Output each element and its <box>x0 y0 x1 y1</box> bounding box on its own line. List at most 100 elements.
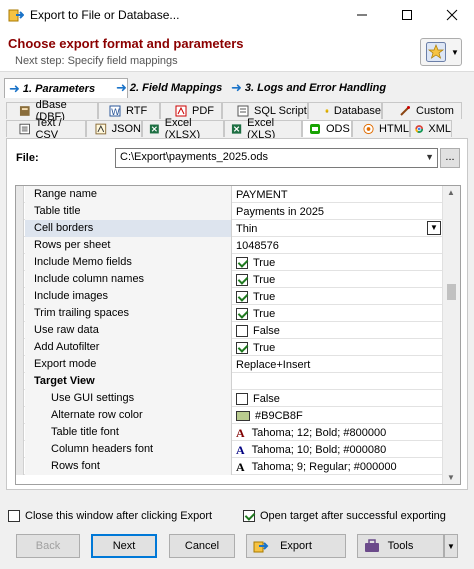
chrome-icon <box>415 125 424 133</box>
property-value[interactable]: PAYMENT <box>233 186 442 203</box>
next-button[interactable]: Next <box>91 534 157 558</box>
property-value[interactable]: A Tahoma; 12; Bold; #800000 <box>233 424 442 441</box>
minimize-button[interactable] <box>339 0 384 30</box>
property-name: Column headers font <box>25 441 232 458</box>
json-icon <box>95 123 107 135</box>
tab-label: SQL Script <box>254 105 307 117</box>
property-row[interactable]: Column headers font A Tahoma; 10; Bold; #0… <box>16 441 442 458</box>
property-value[interactable]: Payments in 2025 <box>233 203 442 220</box>
property-row[interactable]: Export mode Replace+Insert <box>16 356 442 373</box>
tab-excel-xls[interactable]: Excel (XLS) <box>224 117 302 141</box>
property-row[interactable]: Cell borders Thin ▼ <box>16 220 442 237</box>
tab-label: Custom <box>416 105 454 117</box>
cancel-button[interactable]: Cancel <box>169 534 235 558</box>
browse-button[interactable]: ... <box>440 148 460 168</box>
close-button[interactable] <box>429 0 474 30</box>
property-value-text: Tahoma; 10; Bold; #000080 <box>251 443 387 456</box>
property-value[interactable]: True <box>233 305 442 322</box>
export-icon <box>253 541 269 553</box>
step-parameters[interactable]: ➜ 1. Parameters <box>4 78 128 98</box>
property-value[interactable]: True <box>233 288 442 305</box>
step-label: 1. Parameters <box>22 82 96 95</box>
property-value[interactable]: 1048576 <box>233 237 442 254</box>
property-value[interactable]: Replace+Insert <box>233 356 442 373</box>
property-row[interactable]: Use raw data False <box>16 322 442 339</box>
property-row[interactable]: Range name PAYMENT <box>16 186 442 203</box>
pdf-icon <box>175 105 187 117</box>
property-checkbox[interactable] <box>236 341 248 354</box>
property-row[interactable]: Table title Payments in 2025 <box>16 203 442 220</box>
property-value-text: True <box>253 290 276 303</box>
property-grid: Range name PAYMENT Table title Payments in … <box>15 185 461 485</box>
property-value[interactable]: False <box>233 322 442 339</box>
property-value[interactable]: True <box>233 271 442 288</box>
tools-icon <box>365 539 379 552</box>
row-gutter <box>16 254 24 271</box>
property-value[interactable]: A Tahoma; 9; Regular; #000000 <box>233 458 442 475</box>
chevron-down-icon[interactable]: ▼ <box>425 152 434 162</box>
export-button[interactable]: Export <box>246 534 346 558</box>
property-grid-scrollbar[interactable]: ▲ ▼ <box>442 186 460 484</box>
property-value[interactable]: True <box>233 339 442 356</box>
step-field-mappings[interactable]: ➜ 2. Field Mappings <box>116 78 222 98</box>
property-value[interactable]: A Tahoma; 10; Bold; #000080 <box>233 441 442 458</box>
property-row[interactable]: Use GUI settings False <box>16 390 442 407</box>
open-target-option[interactable]: Open target after successful exporting <box>243 510 446 522</box>
property-value[interactable]: False <box>233 390 442 407</box>
property-value-text: False <box>253 392 280 405</box>
property-checkbox[interactable] <box>236 290 248 303</box>
close-window-option[interactable]: Close this window after clicking Export <box>8 510 212 522</box>
property-checkbox[interactable] <box>236 256 248 269</box>
tools-button[interactable]: Tools <box>357 534 444 558</box>
property-row[interactable]: Include images True <box>16 288 442 305</box>
scroll-up-icon[interactable]: ▲ <box>447 188 455 197</box>
tab-json[interactable]: JSON <box>86 120 142 137</box>
property-row[interactable]: Target View <box>16 373 442 390</box>
property-row[interactable]: Rows per sheet 1048576 <box>16 237 442 254</box>
tools-dropdown-button[interactable]: ▼ <box>444 534 458 558</box>
tab-database[interactable]: Database <box>308 102 382 119</box>
back-button[interactable]: Back <box>16 534 80 558</box>
property-value[interactable]: #B9CB8F <box>233 407 442 424</box>
property-checkbox[interactable] <box>236 307 248 320</box>
scrollbar-thumb[interactable] <box>447 284 456 300</box>
row-gutter <box>16 203 24 220</box>
step-logs-error-handling[interactable]: ➜ 3. Logs and Error Handling <box>231 78 386 98</box>
text-file-icon <box>19 123 30 135</box>
property-row[interactable]: Alternate row color #B9CB8F <box>16 407 442 424</box>
tab-excel-xlsx[interactable]: Excel (XLSX) <box>142 117 224 141</box>
property-value[interactable]: True <box>233 254 442 271</box>
close-window-checkbox[interactable] <box>8 510 20 522</box>
property-row[interactable]: Include Memo fields True <box>16 254 442 271</box>
row-gutter <box>16 288 24 305</box>
property-value[interactable]: Thin ▼ <box>233 220 442 237</box>
property-row[interactable]: Trim trailing spaces True <box>16 305 442 322</box>
open-target-checkbox[interactable] <box>243 510 255 522</box>
property-row[interactable]: Add Autofilter True <box>16 339 442 356</box>
header-title: Choose export format and parameters <box>8 36 244 51</box>
property-row[interactable]: Table title font A Tahoma; 12; Bold; #8000… <box>16 424 442 441</box>
property-value[interactable] <box>233 373 442 390</box>
word-icon: W <box>109 105 121 117</box>
tab-rtf[interactable]: W RTF <box>98 102 160 119</box>
scroll-down-icon[interactable]: ▼ <box>447 473 455 482</box>
database-icon <box>325 109 329 113</box>
favorites-button[interactable]: ▼ <box>420 38 462 66</box>
close-icon <box>446 9 457 21</box>
property-row[interactable]: Include column names True <box>16 271 442 288</box>
property-row[interactable]: Rows font A Tahoma; 9; Regular; #000000 <box>16 458 442 475</box>
chevron-down-icon: ▼ <box>447 541 455 551</box>
maximize-button[interactable] <box>384 0 429 30</box>
tab-custom[interactable]: Custom <box>382 102 462 119</box>
chevron-down-icon[interactable]: ▼ <box>427 221 441 235</box>
property-checkbox[interactable] <box>236 392 248 405</box>
tab-ods[interactable]: ODS <box>302 120 352 137</box>
star-icon <box>426 42 446 62</box>
sql-script-icon <box>237 105 249 117</box>
tab-xml[interactable]: XML <box>410 120 452 137</box>
tab-text-csv[interactable]: Text / CSV <box>6 117 86 141</box>
property-checkbox[interactable] <box>236 273 248 286</box>
file-path-combo[interactable]: C:\Export\payments_2025.ods ▼ <box>115 148 438 168</box>
property-checkbox[interactable] <box>236 324 248 337</box>
tab-html[interactable]: HTML <box>352 120 410 137</box>
